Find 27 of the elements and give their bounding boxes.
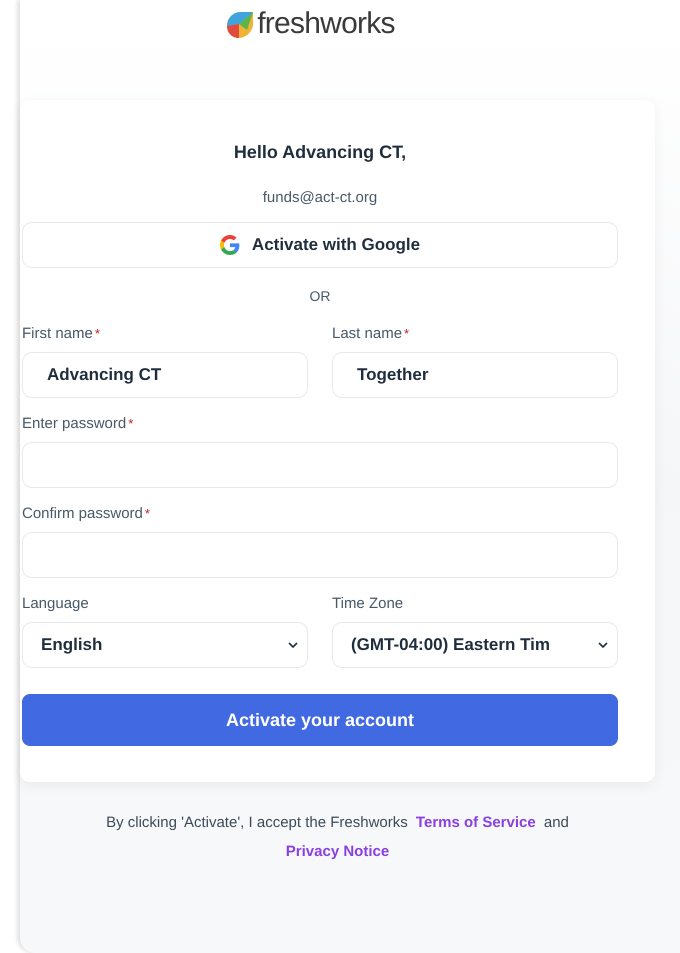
field-label: Last name — [332, 326, 402, 342]
logo-icon — [225, 10, 256, 40]
email-address: funds@act-ct.org — [262, 188, 378, 208]
input-field[interactable]: Advancing CT — [22, 352, 308, 398]
field-label: Language — [22, 596, 89, 612]
input-field[interactable]: Together — [332, 352, 618, 398]
greeting-heading: Hello Advancing CT, — [232, 141, 408, 164]
google-icon — [220, 235, 240, 255]
privacy-link[interactable]: Privacy Notice — [286, 843, 390, 860]
terms-notice: By clicking 'Activate', I accept the Freshworks Terms of Service and Privacy Notice — [105, 813, 570, 862]
or-divider-text: OR — [308, 287, 332, 306]
terms-link[interactable]: Terms of Service — [416, 814, 536, 831]
brand-name: freshworks — [257, 6, 395, 42]
field-label: Time Zone — [332, 596, 404, 612]
field-label: Enter password — [22, 416, 126, 432]
dropdown-field[interactable]: (GMT-04:00) Eastern Tim — [332, 622, 618, 668]
dropdown-field[interactable]: English — [22, 622, 308, 668]
required-mark: * — [94, 326, 100, 342]
required-mark: * — [128, 416, 134, 432]
password-field[interactable] — [22, 532, 618, 578]
required-mark: * — [144, 506, 150, 522]
google-button[interactable]: Activate with Google — [22, 222, 618, 268]
password-field[interactable] — [22, 442, 618, 488]
field-label: First name — [22, 326, 93, 342]
field-label: Confirm password — [22, 506, 143, 522]
activate-account-button[interactable]: Activate your account — [22, 694, 618, 746]
required-mark: * — [404, 326, 410, 342]
